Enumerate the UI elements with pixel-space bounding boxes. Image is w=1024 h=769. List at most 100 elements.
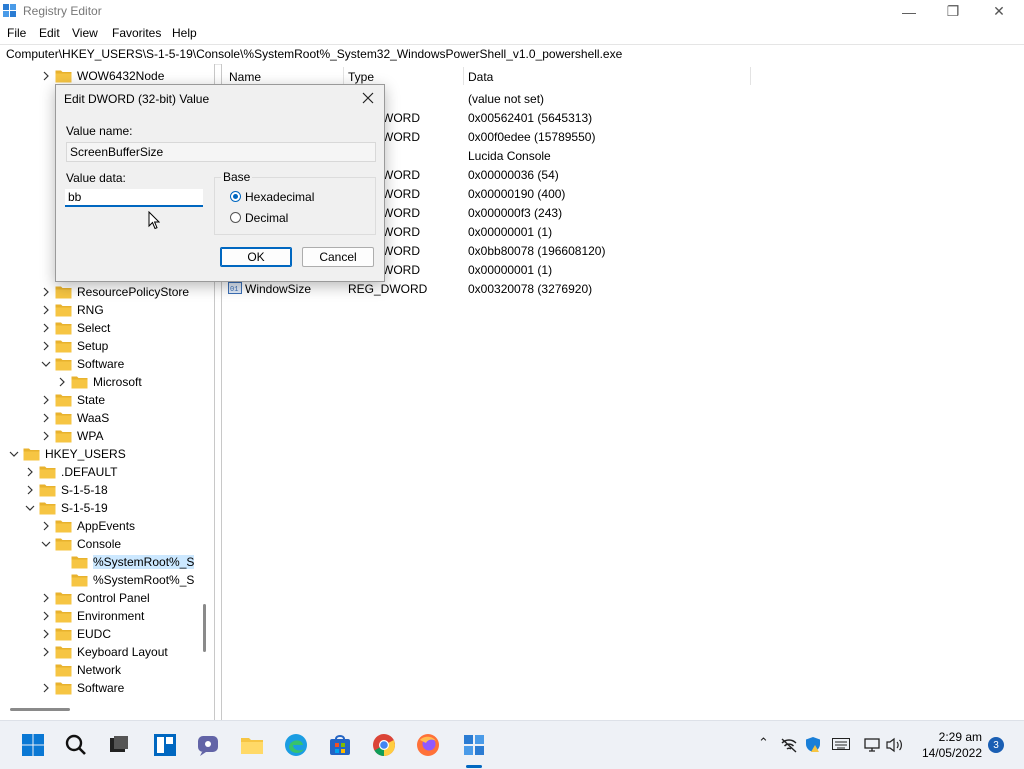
chevron-right-icon[interactable] — [40, 394, 52, 406]
chevron-right-icon[interactable] — [40, 340, 52, 352]
menu-help[interactable]: Help — [172, 26, 197, 40]
tree-item-label: ResourcePolicyStore — [77, 285, 190, 299]
folder-icon — [55, 393, 72, 407]
network-icon[interactable] — [780, 737, 798, 753]
tree-item-label: Software — [77, 357, 125, 371]
folder-icon — [23, 447, 40, 461]
tree-item[interactable]: Keyboard Layout — [40, 643, 168, 661]
column-divider[interactable] — [750, 67, 751, 85]
chevron-up-icon[interactable]: ⌃ — [758, 735, 769, 751]
cancel-button[interactable]: Cancel — [302, 247, 374, 267]
chevron-down-icon[interactable] — [8, 448, 20, 460]
chevron-right-icon[interactable] — [40, 322, 52, 334]
tree-item[interactable]: EUDC — [40, 625, 111, 643]
chevron-right-icon[interactable] — [40, 520, 52, 532]
chevron-right-icon[interactable] — [40, 70, 52, 82]
chevron-right-icon[interactable] — [40, 610, 52, 622]
tree-item[interactable]: WaaS — [40, 409, 109, 427]
chevron-right-icon[interactable] — [40, 304, 52, 316]
tree-item[interactable]: Network — [40, 661, 121, 679]
chevron-right-icon[interactable] — [40, 412, 52, 424]
tree-item-label: .DEFAULT — [61, 465, 118, 479]
tree-item[interactable]: .DEFAULT — [24, 463, 117, 481]
tree-item[interactable]: Setup — [40, 337, 108, 355]
ok-button[interactable]: OK — [220, 247, 292, 267]
search-icon[interactable] — [64, 733, 88, 757]
tree-item[interactable]: Microsoft — [56, 373, 142, 391]
tree-item[interactable]: WPA — [40, 427, 103, 445]
chevron-right-icon[interactable] — [40, 628, 52, 640]
tree-item[interactable]: WOW6432Node — [40, 67, 164, 85]
chevron-right-icon[interactable] — [40, 682, 52, 694]
chrome-icon[interactable] — [372, 733, 396, 757]
close-button[interactable]: ✕ — [976, 0, 1022, 23]
hexadecimal-radio[interactable] — [230, 191, 241, 202]
menu-edit[interactable]: Edit — [39, 26, 60, 40]
chevron-right-icon[interactable] — [40, 430, 52, 442]
display-icon[interactable] — [864, 737, 880, 753]
value-data: 0x00000001 (1) — [468, 225, 553, 239]
volume-icon[interactable] — [886, 737, 904, 753]
chevron-down-icon[interactable] — [24, 502, 36, 514]
clock[interactable]: 2:29 am 14/05/2022 — [906, 729, 982, 761]
column-header-data[interactable]: Data — [468, 70, 493, 84]
firefox-icon[interactable] — [416, 733, 440, 757]
tree-item[interactable]: Software — [40, 355, 124, 373]
tree-horizontal-scrollbar[interactable] — [10, 708, 70, 711]
tree-item[interactable]: S-1-5-18 — [24, 481, 108, 499]
chevron-down-icon[interactable] — [40, 358, 52, 370]
folder-icon — [55, 285, 72, 299]
chat-icon[interactable] — [196, 733, 220, 757]
tree-item[interactable]: AppEvents — [40, 517, 135, 535]
edge-icon[interactable] — [284, 733, 308, 757]
decimal-label[interactable]: Decimal — [245, 211, 288, 225]
column-header-type[interactable]: Type — [348, 70, 374, 84]
value-name-text: ScreenBufferSize — [70, 145, 164, 159]
task-view-icon[interactable] — [107, 733, 131, 757]
tree-item[interactable]: %SystemRoot%_S — [56, 571, 194, 589]
column-header-name[interactable]: Name — [229, 70, 261, 84]
store-icon[interactable] — [328, 733, 352, 757]
chevron-right-icon[interactable] — [40, 646, 52, 658]
tree-item[interactable]: RNG — [40, 301, 104, 319]
column-divider[interactable] — [343, 67, 344, 85]
value-data-input[interactable] — [65, 189, 203, 207]
tree-item[interactable]: S-1-5-19 — [24, 499, 108, 517]
chevron-right-icon[interactable] — [56, 376, 68, 388]
chevron-right-icon[interactable] — [40, 286, 52, 298]
address-bar[interactable]: Computer\HKEY_USERS\S-1-5-19\Console\%Sy… — [0, 44, 1024, 65]
notification-badge[interactable]: 3 — [988, 737, 1004, 753]
dialog-close-button[interactable] — [358, 88, 378, 108]
tree-item[interactable]: HKEY_USERS — [8, 445, 126, 463]
tree-item[interactable]: ResourcePolicyStore — [40, 283, 189, 301]
tree-item[interactable]: Control Panel — [40, 589, 150, 607]
list-row[interactable]: 01 WindowSize REG_DWORD 0x00320078 (3276920… — [222, 280, 1002, 299]
value-data: 0x00000036 (54) — [468, 168, 559, 182]
column-divider[interactable] — [463, 67, 464, 85]
decimal-radio[interactable] — [230, 212, 241, 223]
keyboard-icon[interactable] — [832, 738, 850, 750]
chevron-right-icon[interactable] — [40, 592, 52, 604]
menu-file[interactable]: File — [7, 26, 26, 40]
windows-start-icon[interactable] — [21, 733, 45, 757]
chevron-right-icon[interactable] — [24, 466, 36, 478]
menu-view[interactable]: View — [72, 26, 98, 40]
widgets-icon[interactable] — [153, 733, 177, 757]
registry-editor-taskbar-icon[interactable] — [462, 733, 486, 757]
security-shield-icon[interactable] — [805, 736, 821, 753]
tree-item[interactable]: Environment — [40, 607, 144, 625]
tree-item[interactable]: Console — [40, 535, 121, 553]
tree-item[interactable]: %SystemRoot%_S — [56, 553, 195, 571]
chevron-down-icon[interactable] — [40, 538, 52, 550]
chevron-right-icon[interactable] — [24, 484, 36, 496]
hexadecimal-label[interactable]: Hexadecimal — [245, 190, 314, 204]
tree-item[interactable]: State — [40, 391, 105, 409]
tree-vertical-scrollbar[interactable] — [203, 604, 206, 652]
maximize-button[interactable]: ❐ — [930, 0, 976, 23]
tree-item-label: HKEY_USERS — [45, 447, 126, 461]
file-explorer-icon[interactable] — [240, 733, 264, 757]
minimize-button[interactable]: — — [886, 0, 932, 23]
menu-favorites[interactable]: Favorites — [112, 26, 161, 40]
tree-item[interactable]: Select — [40, 319, 110, 337]
tree-item[interactable]: Software — [40, 679, 124, 697]
